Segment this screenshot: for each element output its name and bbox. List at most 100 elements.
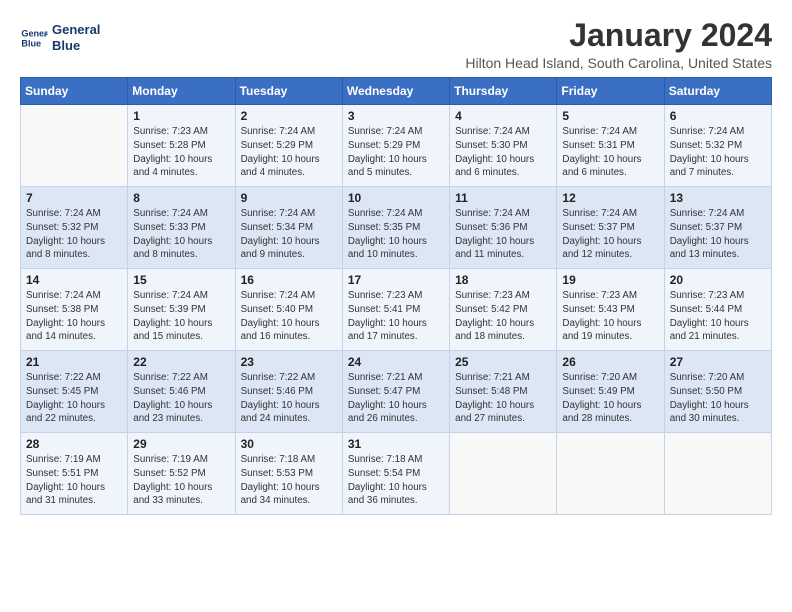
calendar-cell: 28Sunrise: 7:19 AM Sunset: 5:51 PM Dayli… (21, 433, 128, 515)
day-info: Sunrise: 7:18 AM Sunset: 5:53 PM Dayligh… (241, 453, 337, 508)
day-info: Sunrise: 7:24 AM Sunset: 5:37 PM Dayligh… (562, 207, 658, 262)
calendar-week-row: 7 Sunrise: 7:24 AM Sunset: 5:32 PM Daylig… (21, 187, 772, 269)
header: General Blue General Blue January 2024 H… (20, 18, 772, 71)
day-info: Sunrise: 7:24 AM Sunset: 5:35 PM Dayligh… (348, 207, 444, 262)
day-info: Sunrise: 7:20 AM Sunset: 5:49 PM Dayligh… (562, 371, 658, 426)
calendar-cell (664, 433, 771, 515)
calendar-cell: 29 Sunrise: 7:19 AM Sunset: 5:52 PM Dayli… (128, 433, 235, 515)
logo: General Blue General Blue (20, 22, 100, 53)
day-info: Sunrise: 7:22 AM Sunset: 5:46 PM Dayligh… (241, 371, 337, 426)
calendar-cell: 4 Sunrise: 7:24 AM Sunset: 5:30 PM Daylig… (450, 105, 557, 187)
calendar-cell: 2 Sunrise: 7:24 AM Sunset: 5:29 PM Daylig… (235, 105, 342, 187)
day-info: Sunrise: 7:24 AM Sunset: 5:29 PM Dayligh… (241, 125, 337, 180)
day-info: Sunrise: 7:24 AM Sunset: 5:31 PM Dayligh… (562, 125, 658, 180)
logo-icon: General Blue (20, 24, 48, 52)
calendar-cell: 26 Sunrise: 7:20 AM Sunset: 5:49 PM Dayli… (557, 351, 664, 433)
day-info: Sunrise: 7:24 AM Sunset: 5:32 PM Dayligh… (26, 207, 122, 262)
day-info: Sunrise: 7:24 AM Sunset: 5:34 PM Dayligh… (241, 207, 337, 262)
calendar-cell: 1Sunrise: 7:23 AM Sunset: 5:28 PM Daylig… (128, 105, 235, 187)
col-saturday: Saturday (664, 78, 771, 105)
day-number: 5 (562, 109, 658, 123)
calendar-cell: 31 Sunrise: 7:18 AM Sunset: 5:54 PM Dayli… (342, 433, 449, 515)
day-number: 28 (26, 437, 122, 451)
calendar-cell: 25Sunrise: 7:21 AM Sunset: 5:48 PM Dayli… (450, 351, 557, 433)
day-number: 11 (455, 191, 551, 205)
day-number: 2 (241, 109, 337, 123)
day-info: Sunrise: 7:23 AM Sunset: 5:41 PM Dayligh… (348, 289, 444, 344)
day-info: Sunrise: 7:24 AM Sunset: 5:29 PM Dayligh… (348, 125, 444, 180)
day-info: Sunrise: 7:24 AM Sunset: 5:30 PM Dayligh… (455, 125, 551, 180)
calendar-week-row: 1Sunrise: 7:23 AM Sunset: 5:28 PM Daylig… (21, 105, 772, 187)
calendar-cell: 20 Sunrise: 7:23 AM Sunset: 5:44 PM Dayli… (664, 269, 771, 351)
calendar-week-row: 28Sunrise: 7:19 AM Sunset: 5:51 PM Dayli… (21, 433, 772, 515)
calendar-cell: 5 Sunrise: 7:24 AM Sunset: 5:31 PM Daylig… (557, 105, 664, 187)
calendar-week-row: 21 Sunrise: 7:22 AM Sunset: 5:45 PM Dayli… (21, 351, 772, 433)
calendar-cell: 30 Sunrise: 7:18 AM Sunset: 5:53 PM Dayli… (235, 433, 342, 515)
title-area: January 2024 Hilton Head Island, South C… (465, 18, 772, 71)
day-number: 30 (241, 437, 337, 451)
day-number: 31 (348, 437, 444, 451)
calendar-cell: 14 Sunrise: 7:24 AM Sunset: 5:38 PM Dayli… (21, 269, 128, 351)
day-number: 14 (26, 273, 122, 287)
day-info: Sunrise: 7:24 AM Sunset: 5:38 PM Dayligh… (26, 289, 122, 344)
location-title: Hilton Head Island, South Carolina, Unit… (465, 55, 772, 71)
day-number: 17 (348, 273, 444, 287)
day-number: 21 (26, 355, 122, 369)
day-number: 7 (26, 191, 122, 205)
calendar-cell: 24 Sunrise: 7:21 AM Sunset: 5:47 PM Dayli… (342, 351, 449, 433)
day-info: Sunrise: 7:21 AM Sunset: 5:47 PM Dayligh… (348, 371, 444, 426)
calendar-cell: 7 Sunrise: 7:24 AM Sunset: 5:32 PM Daylig… (21, 187, 128, 269)
day-number: 27 (670, 355, 766, 369)
month-title: January 2024 (465, 18, 772, 53)
day-info: Sunrise: 7:18 AM Sunset: 5:54 PM Dayligh… (348, 453, 444, 508)
day-number: 1 (133, 109, 229, 123)
calendar-cell (450, 433, 557, 515)
calendar-cell (21, 105, 128, 187)
day-number: 22 (133, 355, 229, 369)
calendar-cell: 27Sunrise: 7:20 AM Sunset: 5:50 PM Dayli… (664, 351, 771, 433)
day-info: Sunrise: 7:24 AM Sunset: 5:33 PM Dayligh… (133, 207, 229, 262)
calendar-cell: 9 Sunrise: 7:24 AM Sunset: 5:34 PM Daylig… (235, 187, 342, 269)
main-container: General Blue General Blue January 2024 H… (0, 0, 792, 525)
day-number: 6 (670, 109, 766, 123)
day-info: Sunrise: 7:22 AM Sunset: 5:45 PM Dayligh… (26, 371, 122, 426)
calendar-cell: 16Sunrise: 7:24 AM Sunset: 5:40 PM Dayli… (235, 269, 342, 351)
day-number: 26 (562, 355, 658, 369)
day-number: 24 (348, 355, 444, 369)
day-number: 4 (455, 109, 551, 123)
day-info: Sunrise: 7:23 AM Sunset: 5:43 PM Dayligh… (562, 289, 658, 344)
calendar-cell: 13 Sunrise: 7:24 AM Sunset: 5:37 PM Dayli… (664, 187, 771, 269)
day-number: 8 (133, 191, 229, 205)
day-number: 13 (670, 191, 766, 205)
day-number: 10 (348, 191, 444, 205)
day-number: 9 (241, 191, 337, 205)
col-thursday: Thursday (450, 78, 557, 105)
svg-text:Blue: Blue (21, 38, 41, 48)
calendar-cell: 12 Sunrise: 7:24 AM Sunset: 5:37 PM Dayli… (557, 187, 664, 269)
calendar-cell: 6 Sunrise: 7:24 AM Sunset: 5:32 PM Daylig… (664, 105, 771, 187)
calendar-cell: 11Sunrise: 7:24 AM Sunset: 5:36 PM Dayli… (450, 187, 557, 269)
day-info: Sunrise: 7:19 AM Sunset: 5:52 PM Dayligh… (133, 453, 229, 508)
svg-text:General: General (21, 28, 48, 38)
calendar-week-row: 14 Sunrise: 7:24 AM Sunset: 5:38 PM Dayli… (21, 269, 772, 351)
day-number: 20 (670, 273, 766, 287)
calendar-header: Sunday Monday Tuesday Wednesday Thursday… (21, 78, 772, 105)
day-info: Sunrise: 7:24 AM Sunset: 5:37 PM Dayligh… (670, 207, 766, 262)
day-number: 19 (562, 273, 658, 287)
calendar-cell: 17 Sunrise: 7:23 AM Sunset: 5:41 PM Dayli… (342, 269, 449, 351)
day-info: Sunrise: 7:23 AM Sunset: 5:44 PM Dayligh… (670, 289, 766, 344)
day-number: 12 (562, 191, 658, 205)
calendar-cell: 8 Sunrise: 7:24 AM Sunset: 5:33 PM Daylig… (128, 187, 235, 269)
day-info: Sunrise: 7:24 AM Sunset: 5:40 PM Dayligh… (241, 289, 337, 344)
calendar-cell (557, 433, 664, 515)
weekday-header-row: Sunday Monday Tuesday Wednesday Thursday… (21, 78, 772, 105)
day-info: Sunrise: 7:23 AM Sunset: 5:42 PM Dayligh… (455, 289, 551, 344)
calendar-body: 1Sunrise: 7:23 AM Sunset: 5:28 PM Daylig… (21, 105, 772, 515)
calendar-cell: 15Sunrise: 7:24 AM Sunset: 5:39 PM Dayli… (128, 269, 235, 351)
calendar-cell: 18Sunrise: 7:23 AM Sunset: 5:42 PM Dayli… (450, 269, 557, 351)
day-number: 25 (455, 355, 551, 369)
calendar-cell: 23Sunrise: 7:22 AM Sunset: 5:46 PM Dayli… (235, 351, 342, 433)
day-info: Sunrise: 7:24 AM Sunset: 5:32 PM Dayligh… (670, 125, 766, 180)
day-number: 29 (133, 437, 229, 451)
logo-text-line2: Blue (52, 38, 100, 54)
